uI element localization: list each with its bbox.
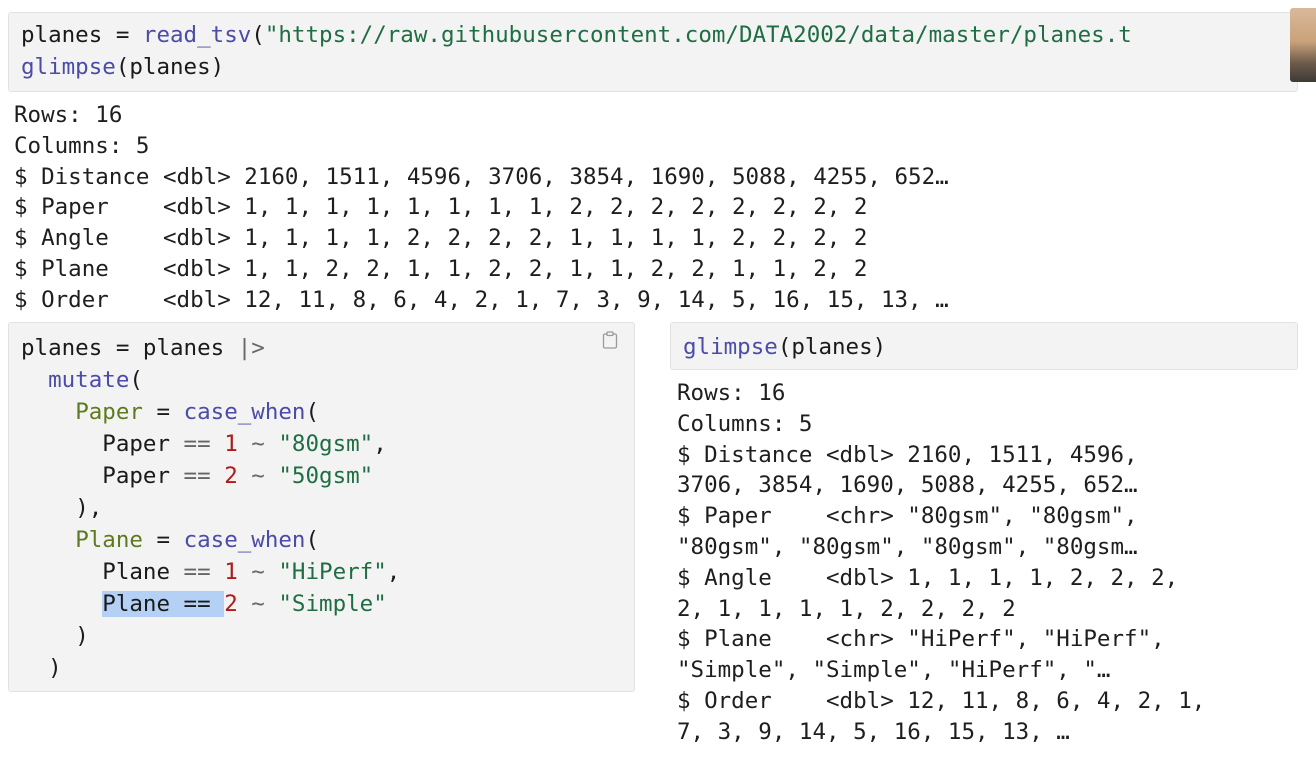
output-line: $ Order <dbl> 12, 11, 8, 6, 4, 2, 1, 7, … bbox=[14, 286, 949, 313]
code-line-3: Paper = case_when( bbox=[75, 399, 320, 425]
code-line-7: Plane = case_when( bbox=[75, 527, 320, 553]
code-line-5: Paper == 2 ~ "50gsm" bbox=[102, 463, 374, 489]
output-line: Rows: 16 bbox=[14, 102, 123, 128]
code-line-glimpse: glimpse(planes) bbox=[21, 54, 225, 80]
output-line: Columns: 5 bbox=[14, 132, 150, 159]
output-line: 7, 3, 9, 14, 5, 16, 15, 13, … bbox=[677, 718, 1070, 745]
code-line-4: Paper == 1 ~ "80gsm", bbox=[102, 431, 387, 457]
output-line: $ Plane <chr> "HiPerf", "HiPerf", bbox=[677, 626, 1165, 653]
mutate-code-cell[interactable]: planes = planes |> mutate( Paper = case_… bbox=[8, 322, 635, 692]
output-line: $ Paper <dbl> 1, 1, 1, 1, 1, 1, 1, 1, 2,… bbox=[14, 194, 868, 221]
output-line: "Simple", "Simple", "HiPerf", "… bbox=[677, 657, 1111, 684]
glimpse-code-cell[interactable]: glimpse(planes) bbox=[670, 322, 1298, 370]
code-line-9: Plane == 2 ~ "Simple" bbox=[102, 591, 387, 617]
output-line: $ Angle <dbl> 1, 1, 1, 1, 2, 2, 2, 2, 1,… bbox=[14, 225, 868, 252]
code-line-read-tsv: planes = read_tsv("https://raw.githubuse… bbox=[21, 22, 1132, 48]
output-line: $ Distance <dbl> 2160, 1511, 4596, bbox=[677, 441, 1138, 468]
output-line: $ Paper <chr> "80gsm", "80gsm", bbox=[677, 503, 1138, 530]
top-code-cell[interactable]: planes = read_tsv("https://raw.githubuse… bbox=[8, 12, 1298, 92]
output-line: Columns: 5 bbox=[677, 410, 813, 437]
output-line: $ Distance <dbl> 2160, 1511, 4596, 3706,… bbox=[14, 163, 949, 190]
output-line: $ Order <dbl> 12, 11, 8, 6, 4, 2, 1, bbox=[677, 688, 1206, 714]
selected-text: Plane == bbox=[102, 591, 225, 617]
code-line-1: planes = planes |> bbox=[21, 335, 265, 361]
code-line-6: ), bbox=[75, 495, 103, 521]
code-line-8: Plane == 1 ~ "HiPerf", bbox=[102, 559, 401, 585]
clipboard-icon[interactable] bbox=[602, 331, 618, 349]
output-line: 3706, 3854, 1690, 5088, 4255, 652… bbox=[677, 472, 1138, 499]
output-line: $ Plane <dbl> 1, 1, 2, 2, 1, 1, 2, 2, 1,… bbox=[14, 256, 868, 282]
video-thumbnail bbox=[1290, 8, 1316, 82]
code-line-11: ) bbox=[48, 655, 62, 681]
output-line: 2, 1, 1, 1, 1, 2, 2, 2, 2 bbox=[677, 595, 1016, 622]
output-line: Rows: 16 bbox=[677, 380, 786, 406]
output-line: "80gsm", "80gsm", "80gsm", "80gsm… bbox=[677, 534, 1138, 560]
code-line-10: ) bbox=[75, 623, 89, 649]
code-line-2: mutate( bbox=[48, 367, 143, 393]
code-line-glimpse-right: glimpse(planes) bbox=[683, 334, 887, 360]
output-line: $ Angle <dbl> 1, 1, 1, 1, 2, 2, 2, bbox=[677, 564, 1179, 591]
